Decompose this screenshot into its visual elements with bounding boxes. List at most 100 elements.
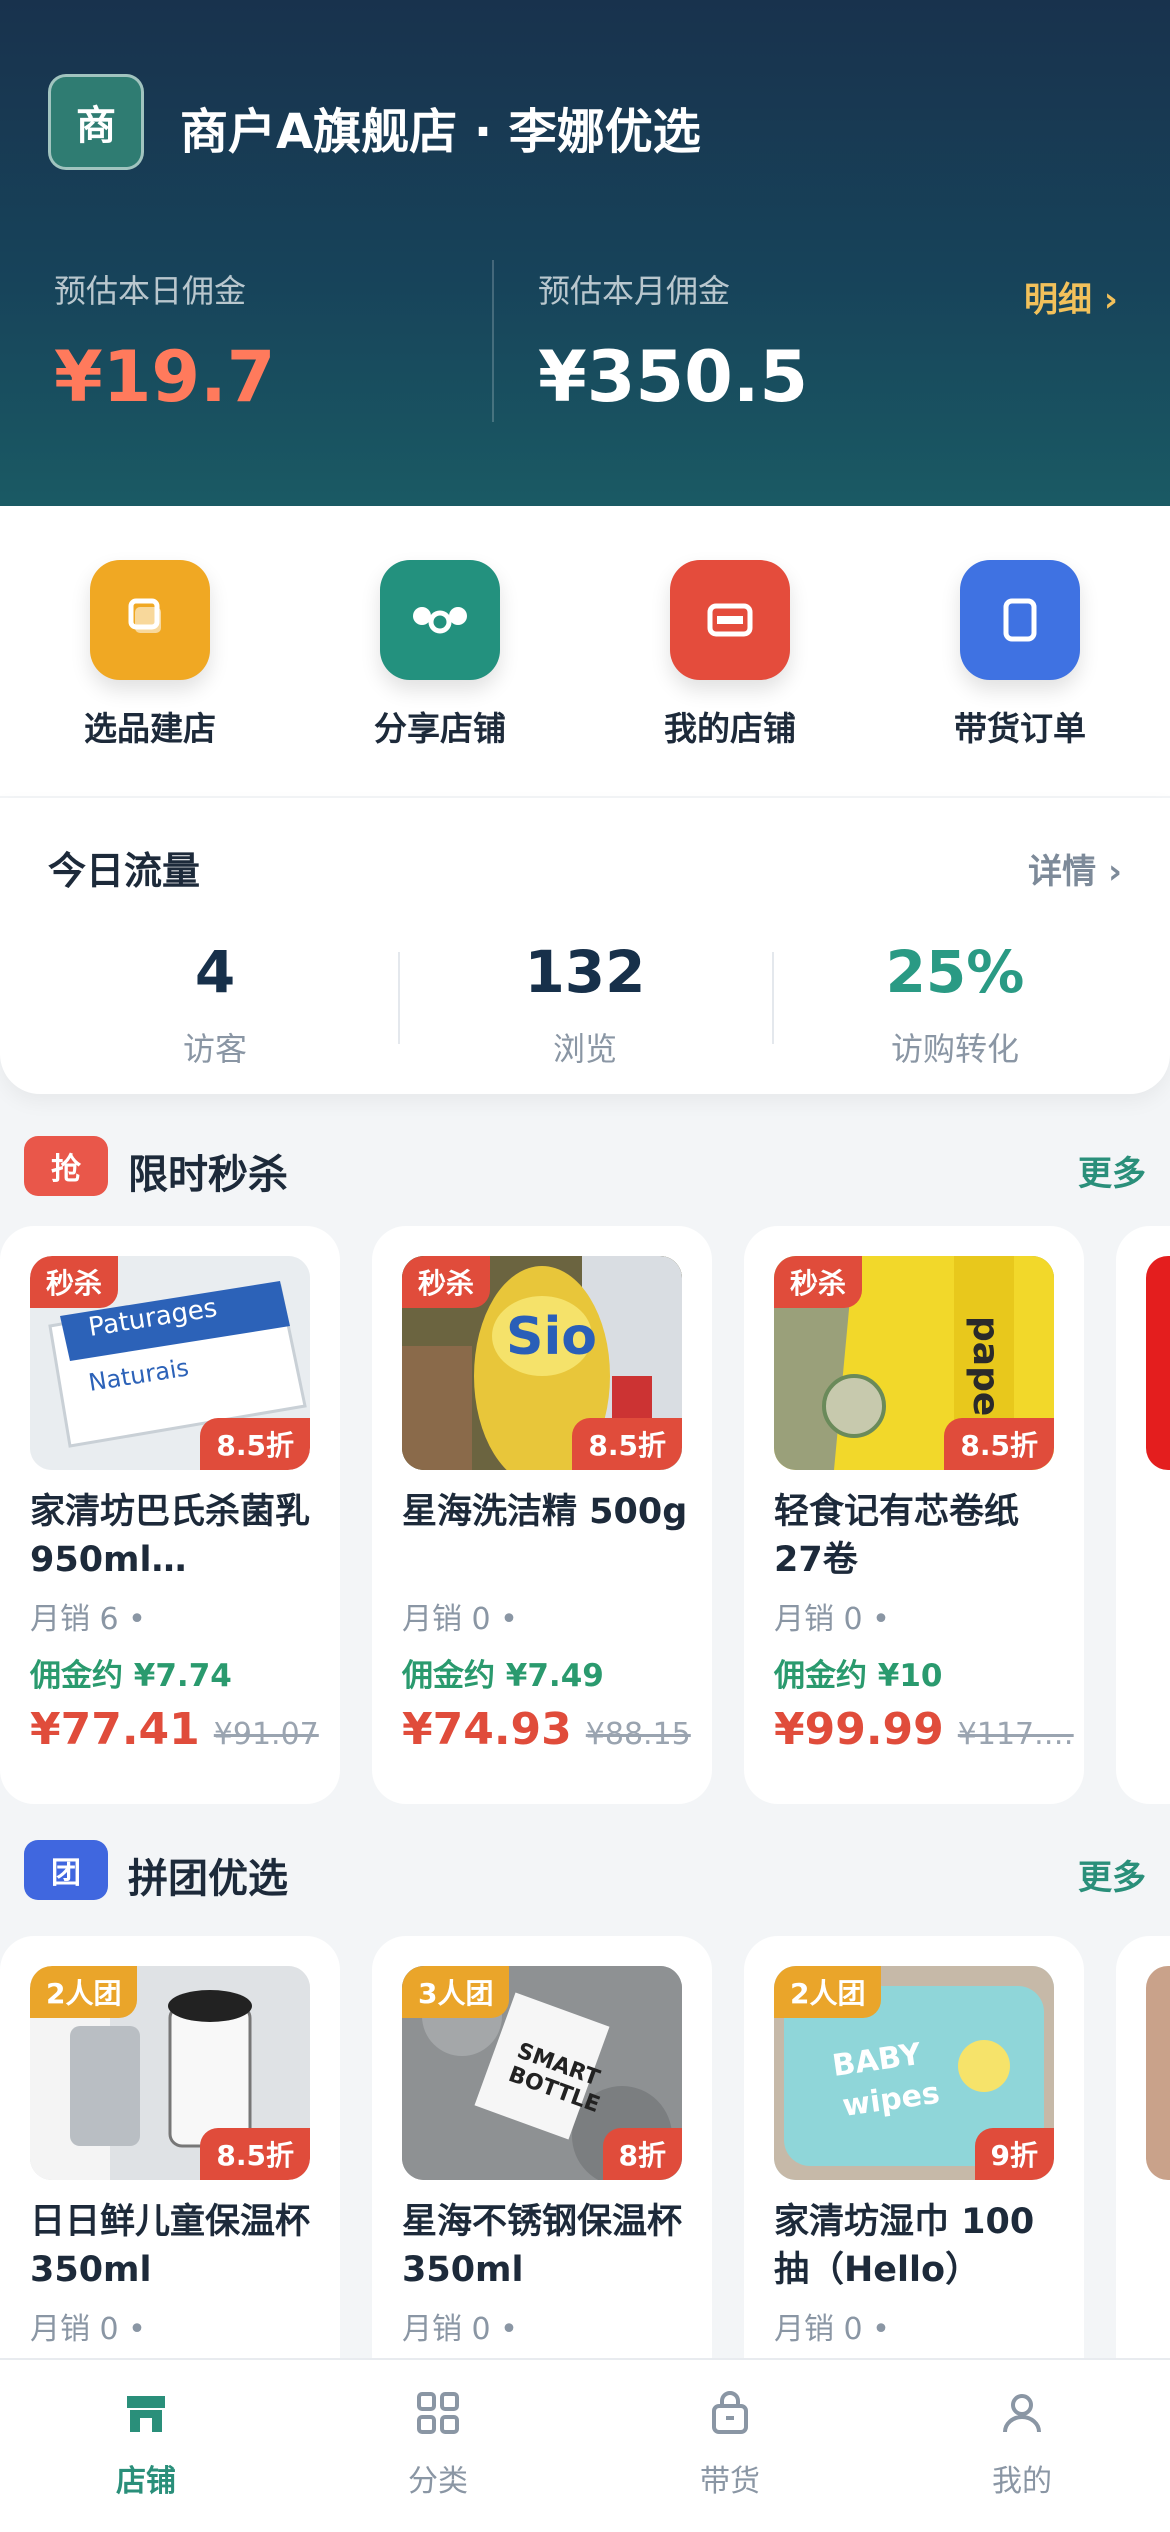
action-my-store[interactable]: 我的店铺 bbox=[630, 560, 830, 750]
today-commission-value: ¥19.7 bbox=[54, 336, 276, 418]
price: ¥74.93 bbox=[402, 1704, 572, 1755]
product-flag: 秒杀 bbox=[402, 1256, 491, 1308]
product-name: 轻食记有芯卷纸 27卷 bbox=[774, 1492, 1020, 1580]
discount-badge: 8.5折 bbox=[200, 2128, 310, 2180]
svg-text:paper: paper bbox=[965, 1316, 1006, 1434]
month-commission-label: 预估本月佣金 bbox=[538, 272, 731, 310]
price: ¥99.99 bbox=[774, 1704, 944, 1755]
store-build-icon bbox=[90, 560, 210, 680]
monthly-sales: 月销 0 • bbox=[402, 1602, 518, 1637]
tab-label: 带货 bbox=[700, 2464, 760, 2499]
commission: 佣金约 ¥10 bbox=[774, 1658, 943, 1694]
traffic-detail-link[interactable]: 详情 › bbox=[1028, 844, 1122, 893]
product-image bbox=[1146, 1256, 1170, 1470]
product-image: Paturages Naturais 秒杀 8.5折 bbox=[30, 1256, 310, 1470]
flash-sale-header: 抢 限时秒杀 更多 bbox=[24, 1136, 1146, 1198]
tab-mine[interactable]: 我的 bbox=[876, 2390, 1168, 2500]
commission-detail-link[interactable]: 明细 › bbox=[1024, 272, 1118, 321]
action-share-store[interactable]: 分享店铺 bbox=[340, 560, 540, 750]
product-card[interactable]: SMART BOTTLE 3人团 8折 星海不锈钢保温杯 350ml 月销 0 … bbox=[372, 1936, 712, 2358]
action-label: 我的店铺 bbox=[664, 709, 796, 748]
discount-badge: 8.5折 bbox=[200, 1418, 310, 1470]
product-card[interactable]: 2人团 8.5折 日日鲜儿童保温杯 350ml 月销 0 • bbox=[0, 1936, 340, 2358]
stat-views: 132 浏览 bbox=[400, 938, 770, 1070]
svg-text:Sio: Sio bbox=[506, 1307, 597, 1367]
action-select-build[interactable]: 选品建店 bbox=[50, 560, 250, 750]
action-orders[interactable]: 带货订单 bbox=[920, 560, 1120, 750]
price: ¥77.41 bbox=[30, 1704, 200, 1755]
tab-store[interactable]: 店铺 bbox=[0, 2390, 292, 2500]
product-flag: 秒杀 bbox=[30, 1256, 119, 1308]
today-commission-label: 预估本日佣金 bbox=[54, 272, 247, 310]
group-more-link[interactable]: 更多 bbox=[1078, 1850, 1146, 1899]
action-label: 分享店铺 bbox=[374, 709, 506, 748]
monthly-sales: 月销 6 • bbox=[30, 1602, 146, 1637]
store-icon bbox=[127, 2396, 165, 2432]
original-price: ¥88.15 bbox=[585, 1717, 691, 1752]
commission: 佣金约 ¥7.49 bbox=[402, 1658, 604, 1694]
price-row: ¥99.99 ¥117.… bbox=[774, 1704, 1074, 1755]
product-name: 星海不锈钢保温杯 350ml bbox=[402, 2202, 683, 2290]
stat-value: 132 bbox=[524, 938, 646, 1006]
price-row: ¥77.41 ¥91.07 bbox=[30, 1704, 319, 1755]
flash-sale-tag: 抢 bbox=[24, 1136, 108, 1196]
bag-icon bbox=[712, 2391, 748, 2434]
monthly-sales: 月销 0 • bbox=[774, 2312, 890, 2347]
product-name: 家清坊巴氏杀菌乳 950ml… bbox=[30, 1492, 311, 1580]
monthly-sales: 月销 0 • bbox=[774, 1602, 890, 1637]
shop-avatar[interactable]: 商 bbox=[48, 74, 144, 170]
shop-icon bbox=[670, 560, 790, 680]
group-size-flag: 3人团 bbox=[402, 1966, 510, 2018]
group-size-flag: 2人团 bbox=[774, 1966, 882, 2018]
user-icon bbox=[1003, 2394, 1041, 2433]
grid-icon bbox=[417, 2392, 459, 2434]
group-buy-header: 团 拼团优选 更多 bbox=[24, 1840, 1146, 1902]
product-image: SMART BOTTLE 3人团 8折 bbox=[402, 1966, 682, 2180]
original-price: ¥91.07 bbox=[213, 1717, 319, 1752]
product-card-partial[interactable] bbox=[1116, 1936, 1170, 2358]
stat-value: 4 bbox=[194, 938, 236, 1006]
header-banner: 商 商户A旗舰店 · 李娜优选 预估本日佣金 ¥19.7 预估本月佣金 ¥350… bbox=[0, 0, 1170, 506]
tab-promote[interactable]: 带货 bbox=[584, 2390, 876, 2500]
product-image: paper 秒杀 8.5折 bbox=[774, 1256, 1054, 1470]
section-title: 拼团优选 bbox=[128, 1856, 288, 1902]
shop-name[interactable]: 商户A旗舰店 · 李娜优选 bbox=[180, 92, 701, 162]
discount-badge: 9折 bbox=[974, 2128, 1054, 2180]
traffic-title: 今日流量 bbox=[48, 849, 201, 893]
stat-caption: 访客 bbox=[182, 1030, 247, 1068]
price-row: ¥74.93 ¥88.15 bbox=[402, 1704, 691, 1755]
share-icon bbox=[380, 560, 500, 680]
section-title: 限时秒杀 bbox=[128, 1152, 288, 1198]
tab-label: 分类 bbox=[408, 2464, 468, 2499]
product-image: 2人团 8.5折 bbox=[30, 1966, 310, 2180]
product-card[interactable]: Paturages Naturais 秒杀 8.5折 家清坊巴氏杀菌乳 950m… bbox=[0, 1226, 340, 1804]
product-flag: 秒杀 bbox=[774, 1256, 863, 1308]
tab-category[interactable]: 分类 bbox=[292, 2390, 584, 2500]
month-commission-value: ¥350.5 bbox=[538, 336, 809, 418]
flash-more-link[interactable]: 更多 bbox=[1078, 1146, 1146, 1195]
product-name: 家清坊湿巾 100抽（Hello） bbox=[774, 2202, 1035, 2290]
action-label: 选品建店 bbox=[84, 709, 216, 748]
orders-icon bbox=[960, 560, 1080, 680]
divider bbox=[492, 260, 494, 422]
stat-value: 25% bbox=[885, 938, 1025, 1006]
monthly-sales: 月销 0 • bbox=[402, 2312, 518, 2347]
product-image: Sio 秒杀 8.5折 bbox=[402, 1256, 682, 1470]
product-name: 日日鲜儿童保温杯 350ml bbox=[30, 2202, 311, 2290]
flash-sale-list[interactable]: Paturages Naturais 秒杀 8.5折 家清坊巴氏杀菌乳 950m… bbox=[0, 1226, 1170, 1806]
product-image: BABY wipes 2人团 9折 bbox=[774, 1966, 1054, 2180]
discount-badge: 8.5折 bbox=[572, 1418, 682, 1470]
group-buy-tag: 团 bbox=[24, 1840, 108, 1900]
original-price: ¥117.… bbox=[957, 1717, 1074, 1752]
stat-caption: 访购转化 bbox=[890, 1030, 1019, 1068]
group-buy-list[interactable]: 2人团 8.5折 日日鲜儿童保温杯 350ml 月销 0 • SMART BOT… bbox=[0, 1936, 1170, 2358]
product-card[interactable]: Sio 秒杀 8.5折 星海洗洁精 500g 月销 0 • 佣金约 ¥7.49 … bbox=[372, 1226, 712, 1804]
stat-visitors: 4 访客 bbox=[30, 938, 400, 1070]
stat-conversion: 25% 访购转化 bbox=[770, 938, 1140, 1070]
action-label: 带货订单 bbox=[954, 709, 1086, 748]
product-card-partial[interactable] bbox=[1116, 1226, 1170, 1804]
product-card[interactable]: paper 秒杀 8.5折 轻食记有芯卷纸 27卷 月销 0 • 佣金约 ¥10… bbox=[744, 1226, 1084, 1804]
discount-badge: 8.5折 bbox=[944, 1418, 1054, 1470]
product-card[interactable]: BABY wipes 2人团 9折 家清坊湿巾 100抽（Hello） 月销 0… bbox=[744, 1936, 1084, 2358]
group-size-flag: 2人团 bbox=[30, 1966, 138, 2018]
